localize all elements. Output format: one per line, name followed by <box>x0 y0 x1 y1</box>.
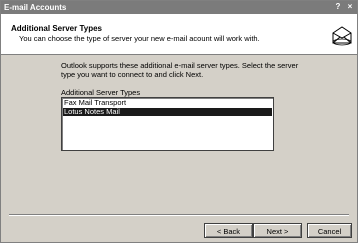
server-types-listbox[interactable]: Fax Mail Transport Lotus Notes Mail <box>61 97 274 151</box>
cancel-button[interactable]: Cancel <box>307 223 352 238</box>
list-item-selected[interactable]: Lotus Notes Mail <box>63 108 272 116</box>
back-button[interactable]: < Back <box>204 223 253 238</box>
email-accounts-dialog: E-mail Accounts ? × Additional Server Ty… <box>0 0 358 243</box>
email-accounts-icon <box>332 26 352 46</box>
window-title: E-mail Accounts <box>4 3 67 12</box>
wizard-header: Additional Server Types You can choose t… <box>1 14 357 55</box>
next-button[interactable]: Next > <box>253 223 302 238</box>
page-subtitle: You can choose the type of server your n… <box>19 34 260 43</box>
page-title: Additional Server Types <box>11 24 102 33</box>
close-button[interactable]: × <box>345 2 355 12</box>
description-text: Outlook supports these additional e-mail… <box>61 61 299 79</box>
server-types-label: Additional Server Types <box>61 88 141 97</box>
button-separator <box>9 214 349 216</box>
title-bar: E-mail Accounts ? × <box>1 1 357 14</box>
list-item[interactable]: Fax Mail Transport <box>63 99 272 107</box>
help-button[interactable]: ? <box>333 2 343 12</box>
